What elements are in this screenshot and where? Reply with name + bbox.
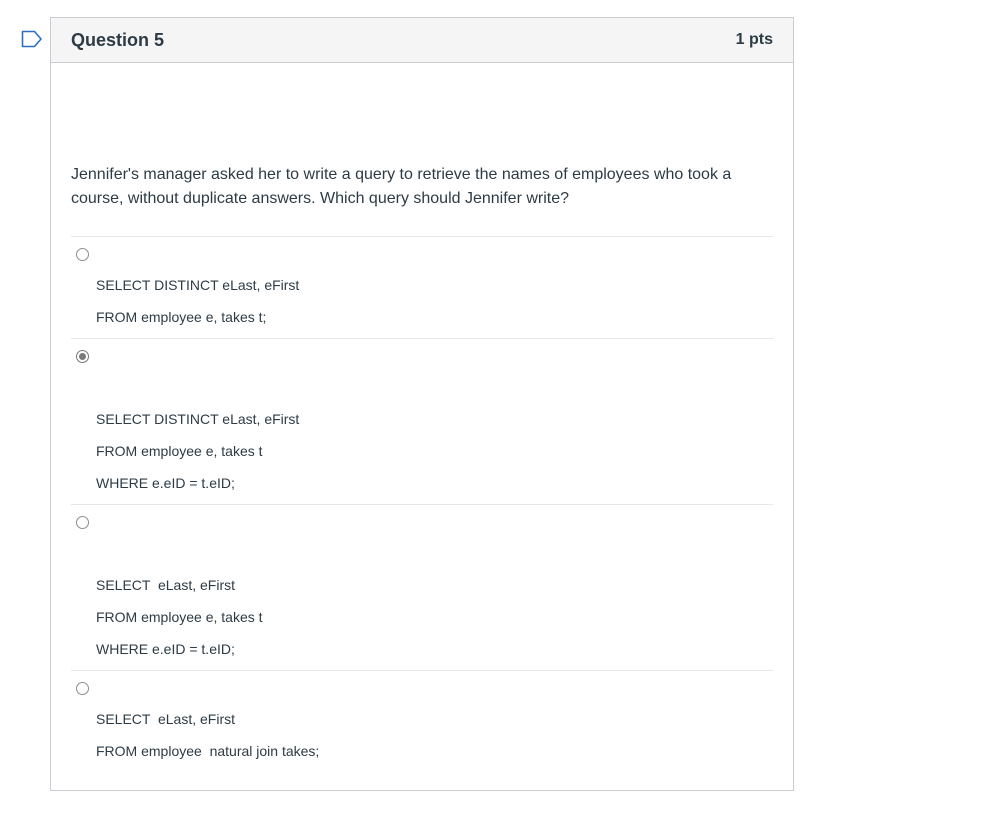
answer-option-4[interactable]: SELECT eLast, eFirst FROM employee natur… xyxy=(71,670,773,770)
answer-line: FROM employee e, takes t; xyxy=(96,309,267,325)
answer-line: SELECT DISTINCT eLast, eFirst xyxy=(96,277,300,293)
answer-option-1[interactable]: SELECT DISTINCT eLast, eFirst FROM emplo… xyxy=(71,236,773,338)
quiz-page: Question 5 1 pts Jennifer's manager aske… xyxy=(0,0,998,818)
answer-radio-4[interactable] xyxy=(76,682,89,695)
answer-line: SELECT eLast, eFirst xyxy=(96,711,236,727)
answer-line: WHERE e.eID = t.eID; xyxy=(96,641,235,657)
question-points: 1 pts xyxy=(735,31,773,48)
question-header: Question 5 1 pts xyxy=(51,18,793,63)
answer-radio-2[interactable] xyxy=(76,350,89,363)
answer-line: WHERE e.eID = t.eID; xyxy=(96,475,235,491)
answer-line: FROM employee e, takes t xyxy=(96,443,263,459)
answer-radio-1[interactable] xyxy=(76,248,89,261)
question-text: Jennifer's manager asked her to write a … xyxy=(71,166,732,207)
answer-text-4: SELECT eLast, eFirst FROM employee natur… xyxy=(96,703,319,767)
answer-line: SELECT DISTINCT eLast, eFirst xyxy=(96,411,300,427)
answer-option-2[interactable]: SELECT DISTINCT eLast, eFirst FROM emplo… xyxy=(71,338,773,504)
answer-text-1: SELECT DISTINCT eLast, eFirst FROM emplo… xyxy=(96,269,299,333)
question-title: Question 5 xyxy=(71,29,165,50)
answer-option-3[interactable]: SELECT eLast, eFirst FROM employee e, ta… xyxy=(71,504,773,670)
question-card: Question 5 1 pts Jennifer's manager aske… xyxy=(50,17,794,791)
answer-radio-3[interactable] xyxy=(76,516,89,529)
answer-line: FROM employee natural join takes; xyxy=(96,743,320,759)
answer-text-3: SELECT eLast, eFirst FROM employee e, ta… xyxy=(96,569,263,665)
flag-question-icon[interactable] xyxy=(21,30,43,48)
question-body: Jennifer's manager asked her to write a … xyxy=(51,163,793,770)
answer-line: SELECT eLast, eFirst xyxy=(96,577,236,593)
answer-line: FROM employee e, takes t xyxy=(96,609,263,625)
answer-list: SELECT DISTINCT eLast, eFirst FROM emplo… xyxy=(71,236,773,770)
answer-text-2: SELECT DISTINCT eLast, eFirst FROM emplo… xyxy=(96,403,299,499)
